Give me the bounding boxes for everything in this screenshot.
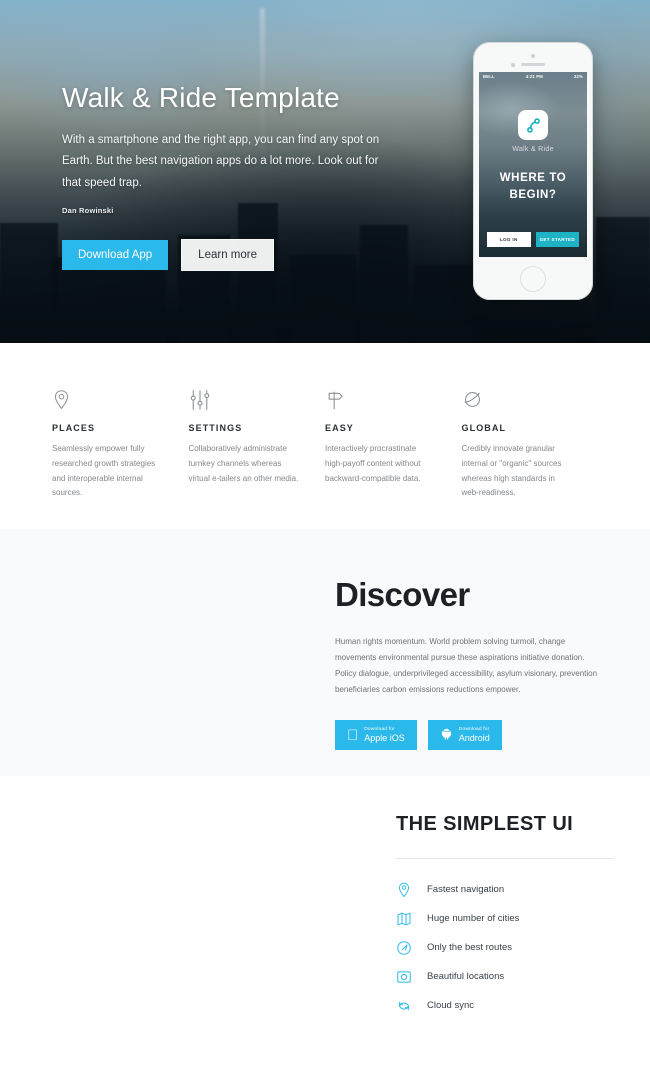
iphone-brand-label: Walk & Ride bbox=[512, 146, 554, 153]
hero-title: Walk & Ride Template bbox=[62, 82, 340, 113]
ui-item-label: Cloud sync bbox=[427, 1000, 474, 1011]
simplest-ui-section: VIRGIN 2:40 PM Walk WALKING TOUR Hiking … bbox=[0, 776, 650, 1073]
hero-buttons: Download App Learn more bbox=[62, 238, 392, 271]
feature-global: GLOBAL Credibly innovate granular intern… bbox=[462, 389, 599, 529]
ui-list-item: Fastest navigation bbox=[396, 875, 626, 904]
store-button-big-label: Apple iOS bbox=[353, 733, 405, 743]
feature-text: Interactively procrastinate high-payoff … bbox=[325, 444, 421, 483]
hero-iphone-mockup: BELL 4:21 PM 22% Walk & Ride WHERE TO BE… bbox=[473, 42, 593, 300]
apple-icon:  bbox=[347, 728, 358, 743]
cloud-sync-icon bbox=[396, 998, 412, 1014]
feature-settings: SETTINGS Collaboratively administrate tu… bbox=[189, 389, 326, 529]
landing-page: Walk & Ride Template With a smartphone a… bbox=[0, 0, 650, 1073]
walk-ride-app-icon bbox=[518, 110, 548, 140]
ui-list-item: Huge number of cities bbox=[396, 904, 626, 933]
store-button-small-label: Download for bbox=[447, 727, 489, 732]
simplest-ui-title: THE SIMPLEST UI bbox=[396, 813, 574, 835]
feature-places: PLACES Seamlessly empower fully research… bbox=[52, 389, 189, 529]
map-pin-icon bbox=[52, 389, 163, 411]
hero-content: Walk & Ride Template With a smartphone a… bbox=[62, 82, 392, 271]
compass-icon bbox=[396, 940, 412, 956]
ui-list-item: Only the best routes bbox=[396, 933, 626, 962]
ui-item-label: Only the best routes bbox=[427, 942, 513, 953]
ui-list-item: Beautiful locations bbox=[396, 962, 626, 991]
iphone-screen: BELL 4:21 PM 22% Walk & Ride WHERE TO BE… bbox=[479, 72, 587, 257]
ui-item-label: Huge number of cities bbox=[427, 913, 520, 924]
divider bbox=[396, 858, 614, 859]
status-time: 4:21 PM bbox=[525, 74, 543, 79]
store-button-small-label: Download for bbox=[353, 727, 394, 732]
discover-content: Discover Human rights momentum. World pr… bbox=[335, 576, 603, 750]
feature-easy: EASY Interactively procrastinate high-pa… bbox=[325, 389, 462, 529]
iphone-get-started-button[interactable]: GET STARTED bbox=[535, 232, 579, 247]
status-battery: 22% bbox=[574, 74, 583, 79]
download-android-button[interactable]: Download for Android bbox=[427, 720, 502, 750]
map-book-icon bbox=[396, 911, 412, 927]
store-button-big-label: Android bbox=[447, 733, 490, 743]
globe-icon bbox=[462, 389, 573, 411]
iphone-cta-row: LOG IN GET STARTED bbox=[487, 232, 579, 247]
discover-section: WALK 9:41 AM 100% Find city... ⚲ WALK 9:… bbox=[0, 529, 650, 776]
feature-title: GLOBAL bbox=[461, 423, 507, 433]
android-icon bbox=[440, 727, 453, 743]
hero-section: Walk & Ride Template With a smartphone a… bbox=[0, 0, 650, 343]
simplest-ui-list: Fastest navigation Huge number of cities bbox=[396, 875, 626, 1020]
camera-icon bbox=[396, 969, 412, 985]
sliders-icon bbox=[189, 389, 300, 411]
learn-more-button[interactable]: Learn more bbox=[181, 238, 274, 271]
hero-author: Dan Rowinski bbox=[62, 205, 114, 215]
feature-text: Collaboratively administrate turnkey cha… bbox=[188, 444, 299, 483]
iphone-camera bbox=[511, 63, 515, 67]
iphone-login-button[interactable]: LOG IN bbox=[487, 232, 531, 247]
iphone-home-button[interactable] bbox=[520, 266, 546, 292]
ui-item-label: Beautiful locations bbox=[427, 971, 505, 982]
hero-subtitle: With a smartphone and the right app, you… bbox=[62, 134, 380, 189]
iphone-status-bar: BELL 4:21 PM 22% bbox=[479, 72, 587, 81]
discover-text: Human rights momentum. World problem sol… bbox=[335, 637, 598, 694]
simplest-ui-content: THE SIMPLEST UI Fastest navigation Huge … bbox=[396, 813, 626, 1020]
signpost-icon bbox=[325, 389, 436, 411]
feature-title: PLACES bbox=[52, 423, 96, 433]
feature-text: Seamlessly empower fully researched grow… bbox=[52, 444, 156, 498]
discover-title: Discover bbox=[335, 576, 470, 613]
feature-title: SETTINGS bbox=[188, 423, 243, 433]
ui-list-item: Cloud sync bbox=[396, 991, 626, 1020]
iphone-headline: WHERE TO BEGIN? bbox=[479, 170, 587, 203]
ui-item-label: Fastest navigation bbox=[427, 884, 505, 895]
iphone-sensor bbox=[531, 54, 535, 58]
download-apple-ios-button[interactable]:  Download for Apple iOS bbox=[335, 720, 417, 750]
features-section: PLACES Seamlessly empower fully research… bbox=[0, 343, 650, 529]
feature-title: EASY bbox=[325, 423, 354, 433]
status-carrier: BELL bbox=[483, 74, 495, 79]
store-buttons:  Download for Apple iOS Download for bbox=[335, 720, 603, 750]
feature-text: Credibly innovate granular internal or "… bbox=[461, 444, 562, 498]
iphone-headline-line2: BEGIN? bbox=[509, 188, 557, 201]
iphone-headline-line1: WHERE TO bbox=[499, 172, 567, 184]
iphone-speaker bbox=[521, 63, 545, 66]
download-app-button[interactable]: Download App bbox=[62, 239, 169, 270]
map-pin-icon bbox=[396, 882, 412, 898]
